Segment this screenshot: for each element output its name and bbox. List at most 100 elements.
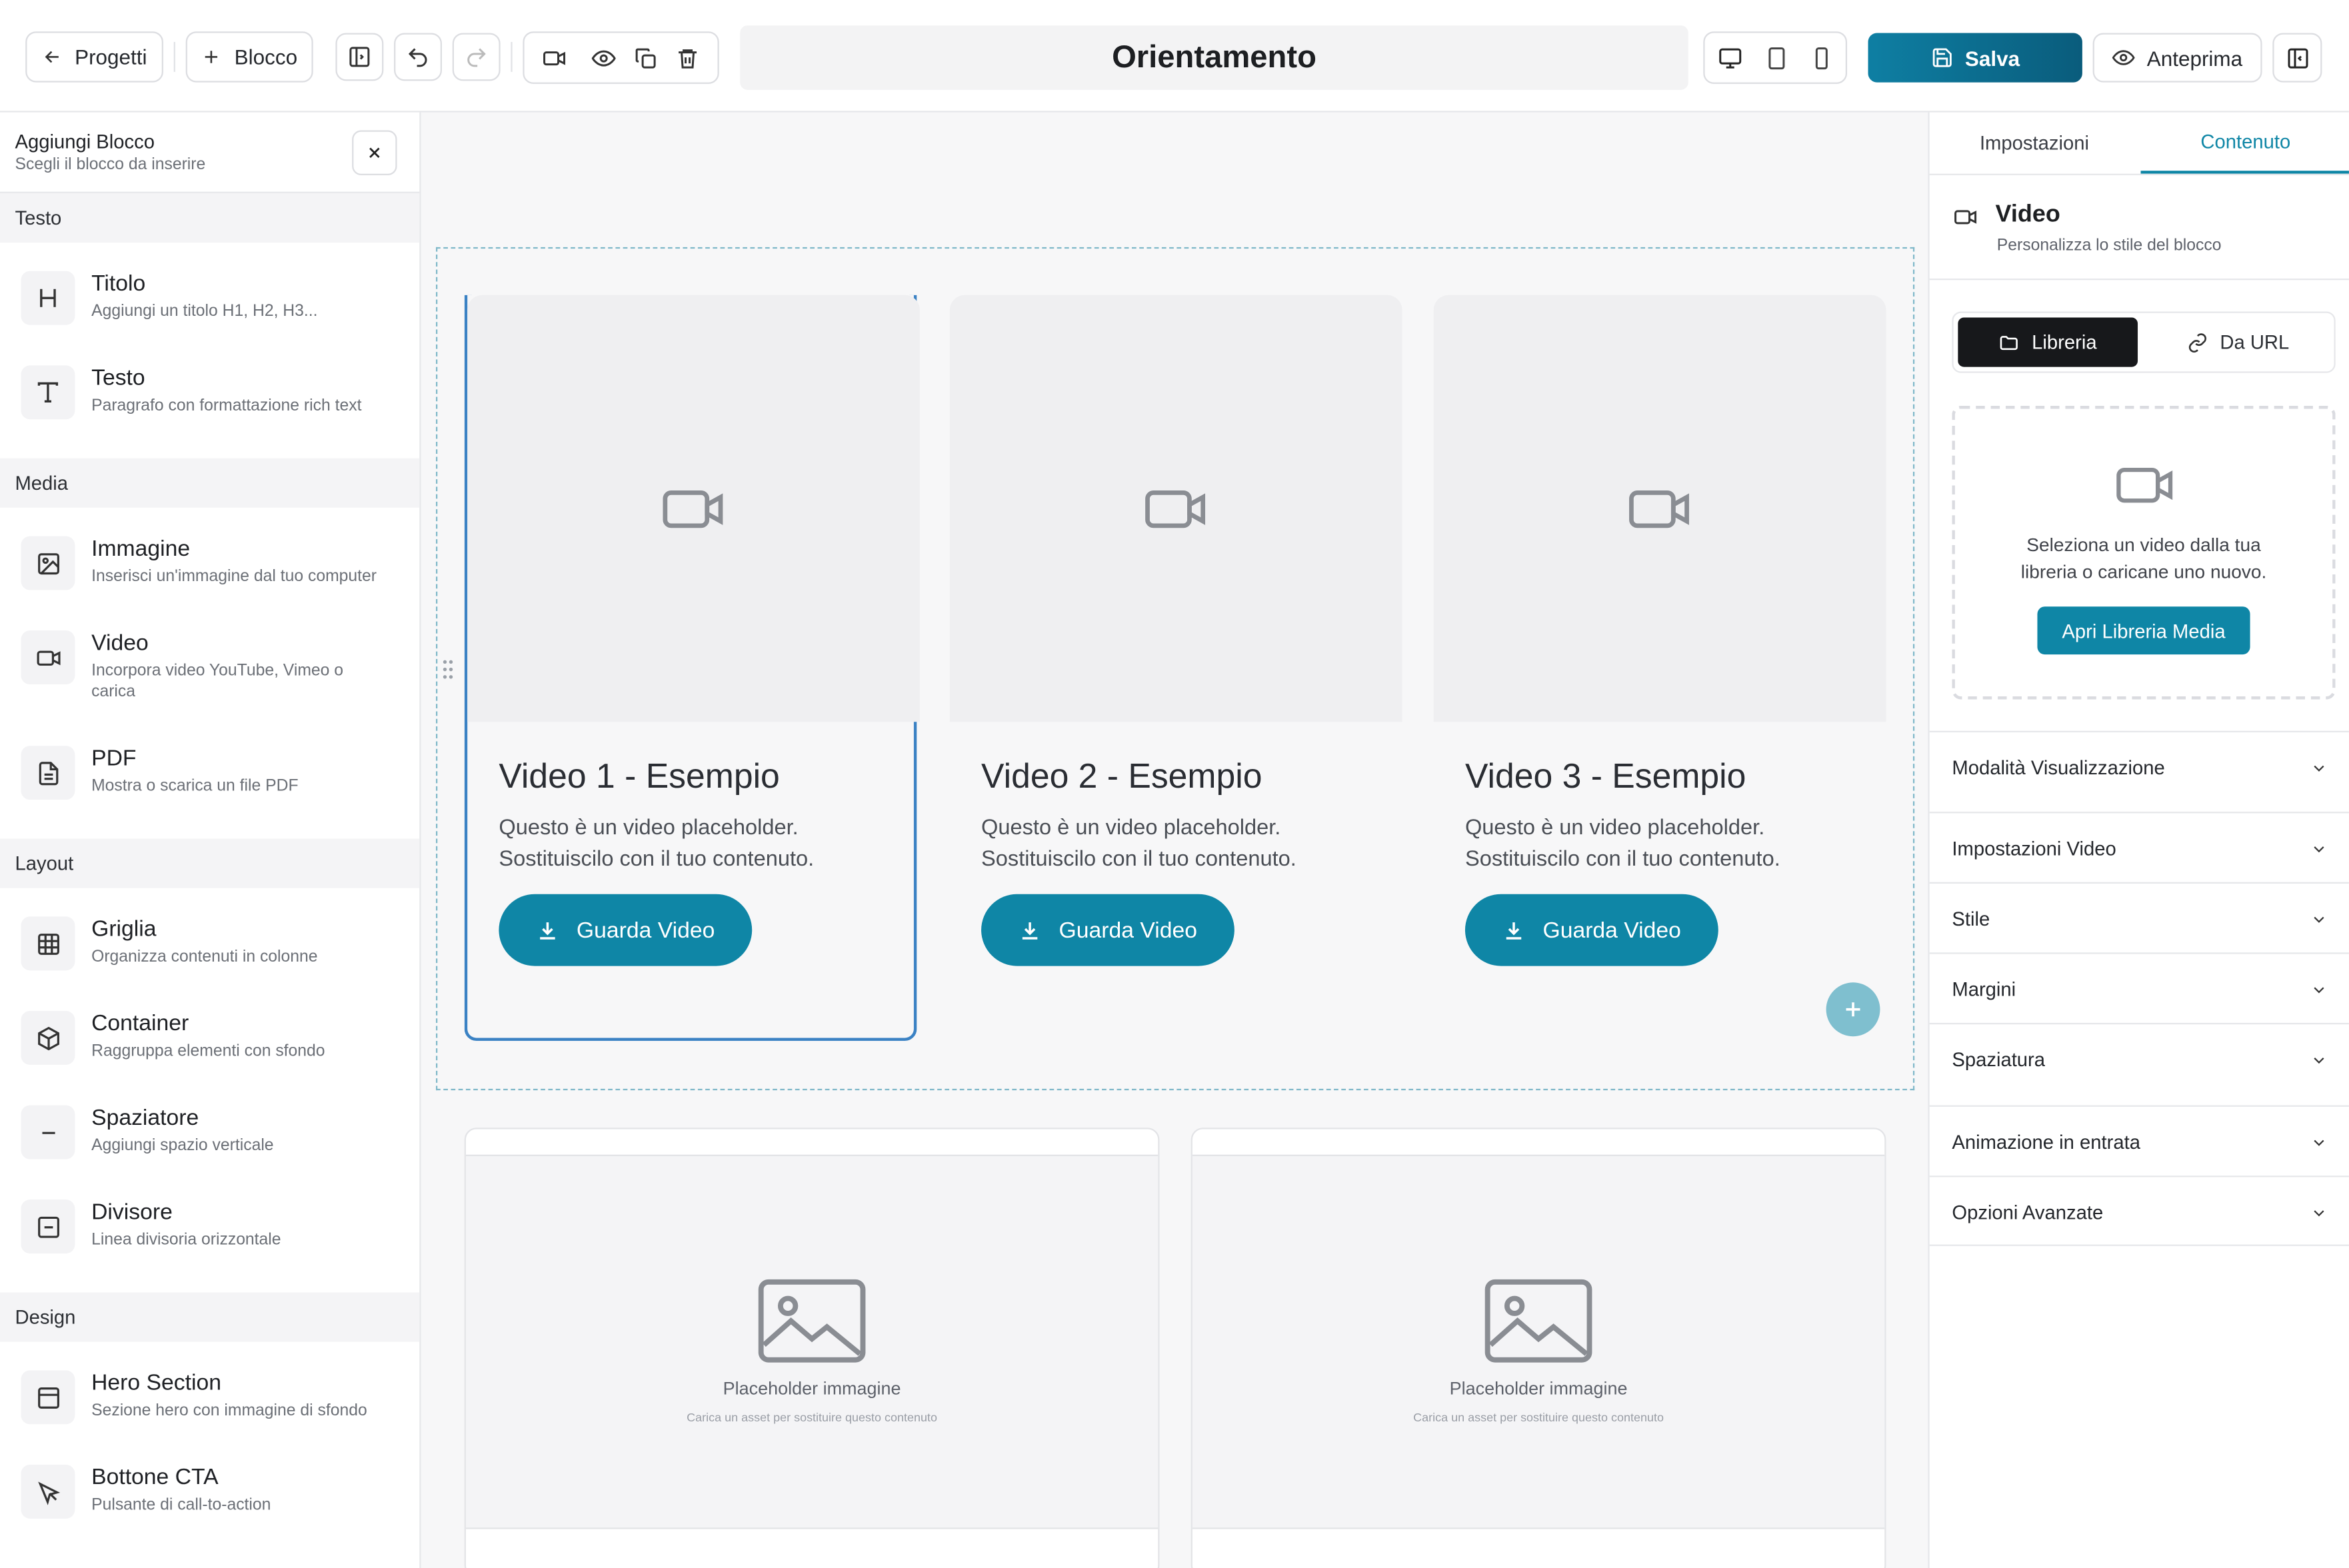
block-item-griglia[interactable]: Griglia Organizza contenuti in colonne [0, 916, 419, 1006]
image-placeholder-card[interactable]: Placeholder immagine Carica un asset per… [1190, 1128, 1886, 1568]
duplicate-icon[interactable] [632, 45, 659, 71]
block-item-titolo[interactable]: Titolo Aggiungi un titolo H1, H2, H3... [0, 271, 419, 361]
source-url-label: Da URL [2220, 331, 2290, 354]
back-to-projects-button[interactable]: Progetti [25, 31, 163, 83]
accordion-label: Margini [1952, 978, 2016, 1001]
accordion-label: Stile [1952, 907, 1990, 930]
panel-header: Aggiungi Blocco Scegli il blocco da inse… [0, 113, 420, 193]
page-title[interactable]: Orientamento [740, 25, 1688, 90]
video-icon [21, 630, 75, 685]
block-item-video[interactable]: Video Incorpora video YouTube, Vimeo o c… [0, 630, 419, 720]
video-placeholder [467, 295, 920, 722]
accordion-animazione-in-entrata[interactable]: Animazione in entrata [1929, 1105, 2349, 1176]
accordion-spaziatura[interactable]: Spaziatura [1929, 1022, 2349, 1094]
image-icon [21, 536, 75, 590]
close-panel-button[interactable] [352, 130, 397, 175]
plus-icon [201, 47, 222, 67]
video-dropzone[interactable]: Seleziona un video dalla tua libreria o … [1952, 406, 2336, 700]
accordion-margini[interactable]: Margini [1929, 952, 2349, 1023]
video-card[interactable]: Video 3 - Esempio Questo è un video plac… [1433, 295, 1886, 1041]
close-icon [365, 144, 383, 162]
mobile-icon[interactable] [1808, 45, 1835, 71]
image-icon [1484, 1279, 1592, 1363]
accordion-stile[interactable]: Stile [1929, 882, 2349, 953]
toolbar-divider [173, 41, 175, 72]
eye-icon[interactable] [590, 45, 617, 71]
tablet-icon[interactable] [1763, 45, 1790, 71]
preview-button[interactable]: Anteprima [2092, 33, 2262, 83]
tab-contenuto[interactable]: Contenuto [2140, 113, 2349, 174]
block-item-desc: Pulsante di call-to-action [91, 1496, 271, 1515]
placeholder-label: Placeholder immagine [723, 1377, 901, 1399]
block-item-pdf[interactable]: PDF Mostra o scarica un file PDF [0, 746, 419, 836]
video-card[interactable]: Video 1 - Esempio Questo è un video plac… [464, 295, 920, 1041]
block-item-immagine[interactable]: Immagine Inserisci un'immagine dal tuo c… [0, 536, 419, 626]
undo-button[interactable] [394, 33, 442, 81]
video-card[interactable]: Video 2 - Esempio Questo è un video plac… [949, 295, 1402, 1041]
block-item-bottone-cta[interactable]: Bottone CTA Pulsante di call-to-action [0, 1464, 419, 1555]
video-icon [1952, 205, 1978, 229]
pointer-icon [21, 1464, 75, 1519]
accordion-impostazioni-video[interactable]: Impostazioni Video [1929, 812, 2349, 882]
add-column-button[interactable] [1826, 982, 1880, 1037]
block-item-desc: Organizza contenuti in colonne [91, 948, 318, 966]
watch-video-label: Guarda Video [576, 917, 715, 943]
block-item-desc: Aggiungi un titolo H1, H2, H3... [91, 302, 318, 321]
placeholder-hint: Carica un asset per sostituire questo co… [1413, 1411, 1664, 1425]
dropzone-text: Seleziona un video dalla tua libreria o … [1955, 532, 2332, 586]
block-item-container[interactable]: Container Raggruppa elementi con sfondo [0, 1010, 419, 1101]
source-url-tab[interactable]: Da URL [2144, 317, 2332, 367]
add-block-button[interactable]: Blocco [185, 31, 313, 83]
image-placeholder-card[interactable]: Placeholder immagine Carica un asset per… [464, 1128, 1160, 1568]
toggle-right-panel-button[interactable] [2272, 33, 2322, 83]
video-card-description: Questo è un video placeholder. Sostituis… [1464, 816, 1780, 872]
block-item-name: Testo [91, 365, 145, 391]
image-placeholder-area: Placeholder immagine Carica un asset per… [465, 1154, 1159, 1529]
redo-button[interactable] [452, 33, 501, 81]
divider-icon [21, 1199, 75, 1254]
block-subtitle: Personalizza lo stile del blocco [1996, 237, 2222, 255]
block-item-divisore[interactable]: Divisore Linea divisoria orizzontale [0, 1199, 419, 1289]
block-item-spaziatore[interactable]: Spaziatore Aggiungi spazio verticale [0, 1105, 419, 1195]
block-item-name: PDF [91, 746, 137, 772]
video-icon [1145, 486, 1207, 530]
video-block-icon[interactable] [541, 45, 567, 71]
open-media-library-button[interactable]: Apri Libreria Media [2037, 606, 2250, 655]
watch-video-button[interactable]: Guarda Video [499, 894, 753, 966]
desktop-icon[interactable] [1717, 45, 1744, 71]
block-item-name: Griglia [91, 916, 157, 942]
block-actions-group [523, 31, 719, 84]
watch-video-button[interactable]: Guarda Video [1464, 894, 1718, 966]
arrow-left-icon [42, 47, 63, 67]
block-item-name: Spaziatore [91, 1105, 199, 1131]
video-card-description: Questo è un video placeholder. Sostituis… [499, 816, 815, 872]
image-icon [758, 1279, 866, 1363]
block-item-hero-section[interactable]: Hero Section Sezione hero con immagine d… [0, 1370, 419, 1460]
block-item-desc: Inserisci un'immagine dal tuo computer [91, 567, 377, 586]
text-icon [21, 365, 75, 420]
accordion-modalita-visualizzazione[interactable]: Modalità Visualizzazione [1929, 730, 2349, 802]
block-item-testo[interactable]: Testo Paragrafo con formattazione rich t… [0, 365, 419, 455]
block-item-name: Container [91, 1010, 189, 1037]
toggle-left-panel-button[interactable] [335, 33, 384, 81]
trash-icon[interactable] [674, 45, 701, 71]
minus-icon [21, 1105, 75, 1160]
watch-video-button[interactable]: Guarda Video [981, 894, 1234, 966]
drag-handle-icon[interactable] [442, 659, 454, 680]
block-item-desc: Paragrafo con formattazione rich text [91, 396, 362, 415]
preview-label: Anteprima [2146, 45, 2243, 70]
chevron-down-icon [2310, 1204, 2328, 1222]
source-library-tab[interactable]: Libreria [1958, 317, 2138, 367]
source-library-label: Libreria [2032, 331, 2097, 354]
download-icon [1019, 919, 1041, 942]
accordion-opzioni-avanzate[interactable]: Opzioni Avanzate [1929, 1176, 2349, 1246]
panel-subtitle: Scegli il blocco da inserire [15, 155, 206, 174]
tab-impostazioni[interactable]: Impostazioni [1930, 113, 2140, 174]
video-placeholder [949, 295, 1402, 722]
save-button[interactable]: Salva [1868, 33, 2082, 83]
placeholder-label: Placeholder immagine [1449, 1377, 1628, 1399]
save-icon [1930, 47, 1953, 69]
properties-panel: Impostazioni Contenuto Video Personalizz… [1928, 112, 2349, 1568]
video-card-title: Video 2 - Esempio [981, 756, 1262, 796]
block-item-desc: Aggiungi spazio verticale [91, 1136, 274, 1155]
